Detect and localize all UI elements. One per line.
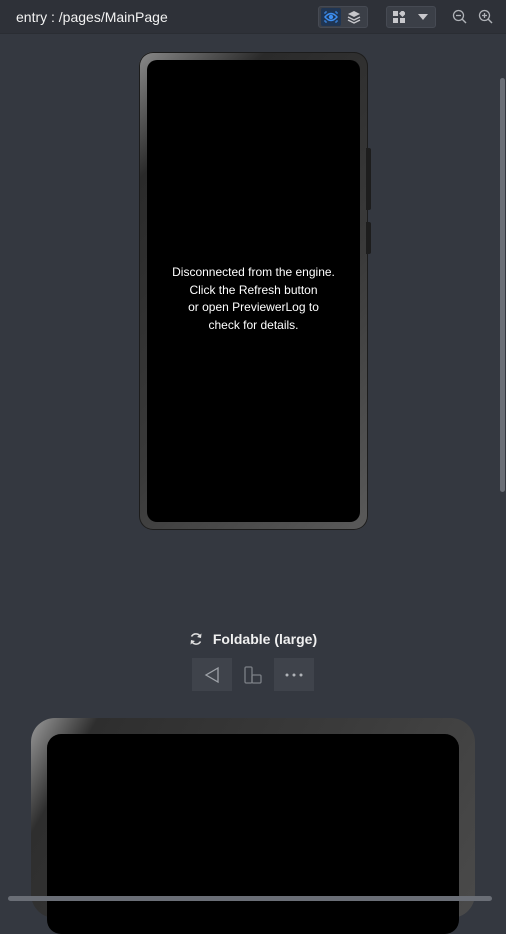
phone-device-frame: Disconnected from the engine. Click the …	[139, 52, 368, 530]
device-name: Foldable (large)	[212, 631, 318, 647]
message-line: Click the Refresh button	[189, 282, 318, 297]
disconnected-message: Disconnected from the engine. Click the …	[147, 264, 360, 334]
page-route: entry : /pages/MainPage	[16, 9, 168, 25]
rotate-icon[interactable]	[189, 632, 203, 646]
fold-icon[interactable]	[233, 658, 273, 691]
message-line: check for details.	[208, 317, 299, 332]
message-line: or open PreviewerLog to	[188, 300, 319, 314]
device-label: Foldable (large)	[0, 629, 506, 649]
device-controls	[192, 658, 314, 691]
toolbar: entry : /pages/MainPage	[0, 0, 506, 34]
foldable-screen	[47, 734, 459, 934]
foldable-device-frame	[31, 718, 475, 934]
phone-screen: Disconnected from the engine. Click the …	[147, 60, 360, 522]
zoom-out-icon[interactable]	[451, 8, 467, 24]
grid-icon[interactable]	[389, 8, 409, 26]
message-line: Disconnected from the engine.	[172, 265, 335, 279]
back-icon[interactable]	[192, 658, 232, 691]
horizontal-scrollbar-thumb[interactable]	[8, 896, 492, 901]
layers-icon[interactable]	[344, 8, 364, 26]
zoom-in-icon[interactable]	[477, 8, 493, 24]
chevron-down-icon[interactable]	[413, 8, 433, 26]
view-mode-toggle	[318, 6, 368, 28]
eye-icon[interactable]	[321, 8, 341, 26]
more-icon[interactable]	[274, 658, 314, 691]
phone-volume-button	[366, 148, 371, 210]
phone-power-button	[366, 222, 371, 254]
layout-selector[interactable]	[386, 6, 436, 28]
vertical-scrollbar-thumb[interactable]	[500, 78, 505, 492]
